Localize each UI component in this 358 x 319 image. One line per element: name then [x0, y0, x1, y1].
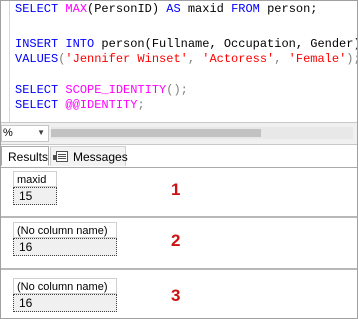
code-line-7: SELECT @@IDENTITY; — [15, 98, 145, 112]
code-line-3: INSERT INTO person(Fullname, Occupation,… — [15, 37, 357, 51]
sql-editor[interactable]: SELECT MAX(PersonID) AS maxid FROM perso… — [1, 1, 357, 122]
annotation-number: 3 — [171, 286, 181, 305]
tab-messages[interactable]: Messages — [50, 146, 128, 166]
result-cell[interactable]: 16 — [13, 294, 117, 312]
chevron-down-icon: ▼ — [37, 128, 45, 137]
editor-margin — [9, 1, 10, 122]
tab-messages-label: Messages — [73, 150, 128, 164]
result-grid: (No column name) 16 — [13, 278, 117, 312]
column-header[interactable]: (No column name) — [13, 278, 117, 294]
code-line-6: SELECT SCOPE_IDENTITY(); — [15, 83, 188, 97]
result-grid: (No column name) 16 — [13, 222, 117, 256]
tab-results[interactable]: Results — [1, 146, 49, 166]
column-header[interactable]: maxid — [13, 171, 57, 187]
code-line-1: SELECT MAX(PersonID) AS maxid FROM perso… — [15, 2, 318, 16]
messages-icon — [53, 151, 68, 162]
result-cell[interactable]: 15 — [13, 187, 57, 205]
scrollbar-thumb[interactable] — [51, 129, 261, 137]
results-tabstrip: Results Messages — [1, 145, 357, 168]
zoom-value: % — [3, 127, 13, 139]
result-pane-1: maxid 15 1 — [1, 168, 357, 218]
horizontal-scrollbar[interactable] — [51, 127, 353, 139]
annotation-number: 1 — [171, 180, 181, 199]
result-pane-3: (No column name) 16 3 — [1, 270, 357, 318]
result-grid: maxid 15 — [13, 171, 57, 205]
zoom-dropdown[interactable]: % ▼ — [1, 125, 49, 142]
result-cell[interactable]: 16 — [13, 238, 117, 256]
annotation-number: 2 — [171, 231, 181, 250]
code-line-4: VALUES('Jennifer Winset', 'Actoress', 'F… — [15, 52, 357, 66]
column-header[interactable]: (No column name) — [13, 222, 117, 238]
editor-status-bar: % ▼ — [1, 122, 357, 145]
result-pane-2: (No column name) 16 2 — [1, 218, 357, 270]
